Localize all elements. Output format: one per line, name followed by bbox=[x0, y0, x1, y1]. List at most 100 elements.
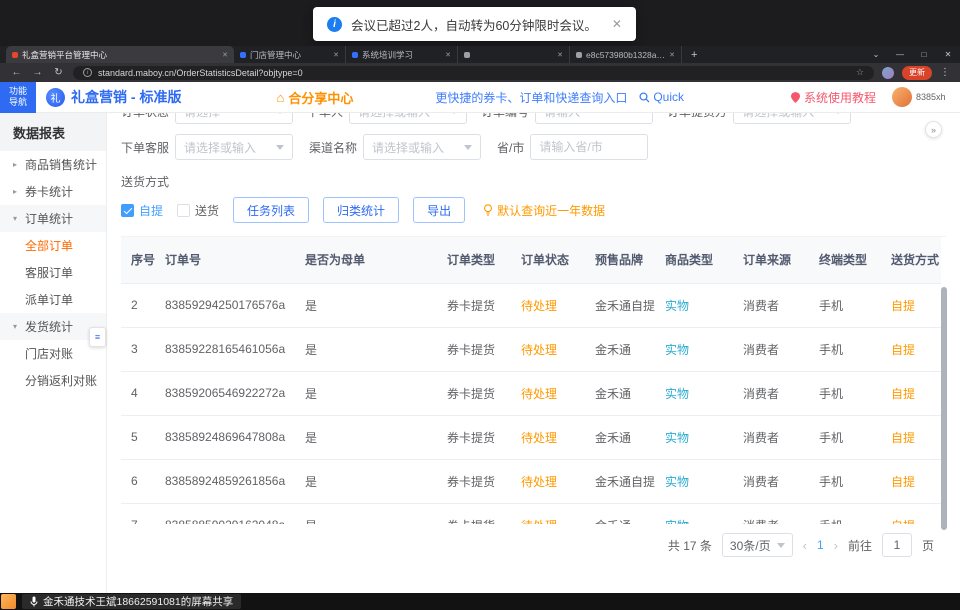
url-bar[interactable]: i standard.maboy.cn/OrderStatisticsDetai… bbox=[73, 66, 874, 80]
bookmark-star-icon[interactable]: ☆ bbox=[856, 67, 864, 78]
sidebar-item-order-stats[interactable]: ▾订单统计 bbox=[0, 205, 106, 232]
checkbox-self-pickup[interactable]: 自提 bbox=[121, 202, 163, 219]
sidebar-item-distribution-reconciliation[interactable]: 分销返利对账 bbox=[0, 367, 106, 394]
browser-tab[interactable]: 礼盒营销平台管理中心✕ bbox=[6, 46, 234, 63]
table-cell: 7 bbox=[121, 503, 155, 524]
close-window-button[interactable]: ✕ bbox=[936, 46, 960, 63]
sidebar-collapse-handle[interactable]: ≡ bbox=[89, 327, 106, 347]
site-info-icon[interactable]: i bbox=[83, 68, 92, 77]
tab-close-icon[interactable]: ✕ bbox=[557, 51, 563, 59]
prev-page-button[interactable]: ‹ bbox=[803, 538, 807, 553]
select-placeholder: 请选择 bbox=[184, 113, 220, 120]
select-placeholder: 请选择或输入 bbox=[184, 139, 256, 156]
table-cell[interactable]: 实物 bbox=[655, 503, 733, 524]
table-cell[interactable]: 实物 bbox=[655, 283, 733, 327]
url-text[interactable]: standard.maboy.cn/OrderStatisticsDetail?… bbox=[98, 68, 850, 78]
sidebar-item-product-sales[interactable]: ▸商品销售统计 bbox=[0, 151, 106, 178]
sidebar-item-coupon-stats[interactable]: ▸券卡统计 bbox=[0, 178, 106, 205]
tutorial-label: 系统使用教程 bbox=[804, 89, 876, 106]
sidebar-item-label: 分销返利对账 bbox=[25, 372, 97, 389]
browser-tab-list: 礼盒营销平台管理中心✕门店管理中心✕系统培训学习✕✕e8c573980b1328… bbox=[6, 46, 682, 63]
checkbox-delivery[interactable]: 送货 bbox=[177, 202, 219, 219]
table-cell: 待处理 bbox=[511, 503, 585, 524]
minimize-button[interactable]: — bbox=[888, 46, 912, 63]
sidebar-item-service-orders[interactable]: 客服订单 bbox=[0, 259, 106, 286]
close-icon[interactable]: ✕ bbox=[612, 17, 622, 31]
browser-tab[interactable]: 门店管理中心 ✕ bbox=[234, 46, 346, 63]
task-list-button[interactable]: 任务列表 bbox=[233, 197, 309, 223]
table-cell: 4 bbox=[121, 371, 155, 415]
tutorial-link[interactable]: 系统使用教程 bbox=[791, 89, 876, 106]
tab-label: 门店管理中心 bbox=[250, 49, 329, 61]
user-box[interactable]: 8385xh bbox=[892, 87, 948, 107]
table-cell: 是 bbox=[295, 459, 437, 503]
column-header: 送货方式 bbox=[881, 237, 941, 283]
order-number-input[interactable]: 请输入 bbox=[535, 113, 653, 124]
screen-share-text: 金禾通技术王斌18662591081的屏幕共享 bbox=[43, 594, 233, 609]
customer-service-select[interactable]: 请选择或输入 bbox=[175, 134, 293, 160]
filter-label: 订单提货方 bbox=[667, 113, 727, 120]
orders-table: 序号订单号是否为母单订单类型订单状态预售品牌商品类型订单来源终端类型送货方式 2… bbox=[121, 236, 946, 524]
tab-close-icon[interactable]: ✕ bbox=[669, 51, 675, 59]
vertical-scrollbar[interactable] bbox=[941, 287, 947, 530]
goto-page-input[interactable] bbox=[882, 533, 912, 557]
sidebar-item-dispatch-orders[interactable]: 派单订单 bbox=[0, 286, 106, 313]
table-cell[interactable]: 实物 bbox=[655, 459, 733, 503]
tab-close-icon[interactable]: ✕ bbox=[222, 51, 228, 59]
toast-message: 会议已超过2人，自动转为60分钟限时会议。 bbox=[351, 15, 597, 34]
filter-province-city: 省/市 bbox=[497, 134, 648, 160]
share-center-link[interactable]: ⌂ 合分享中心 bbox=[276, 88, 353, 107]
channel-name-select[interactable]: 请选择或输入 bbox=[363, 134, 481, 160]
quick-label: Quick bbox=[653, 90, 684, 104]
table-cell: 待处理 bbox=[511, 415, 585, 459]
taskbar-app-icon[interactable] bbox=[1, 594, 16, 609]
browser-tab[interactable]: e8c573980b1328a258fd2e6f✕ bbox=[570, 46, 682, 63]
table-cell: 83858859029162048a bbox=[155, 503, 295, 524]
home-icon: ⌂ bbox=[276, 90, 284, 105]
tab-favicon-icon bbox=[240, 52, 246, 58]
table-cell: 待处理 bbox=[511, 371, 585, 415]
page-size-select[interactable]: 30条/页 bbox=[722, 533, 793, 557]
table-cell: 消费者 bbox=[733, 415, 809, 459]
browser-profile-avatar[interactable] bbox=[882, 67, 894, 79]
order-receiver-select[interactable]: 请选择或输入 bbox=[733, 113, 851, 124]
browser-menu-icon[interactable]: ⋮ bbox=[940, 67, 950, 78]
chevron-down-icon bbox=[777, 543, 785, 548]
orderer-select[interactable]: 请选择或输入 bbox=[349, 113, 467, 124]
promo-text: 更快捷的券卡、订单和快递查询入口 bbox=[435, 89, 627, 106]
screen-share-indicator[interactable]: 金禾通技术王斌18662591081的屏幕共享 bbox=[22, 594, 241, 609]
function-nav-button[interactable]: 功能 导航 bbox=[0, 82, 36, 113]
order-status-select[interactable]: 请选择 bbox=[175, 113, 293, 124]
back-icon[interactable]: ← bbox=[10, 67, 23, 78]
tab-close-icon[interactable]: ✕ bbox=[333, 51, 339, 59]
category-stats-button[interactable]: 归类统计 bbox=[323, 197, 399, 223]
browser-tab[interactable]: ✕ bbox=[458, 46, 570, 63]
page-number-1[interactable]: 1 bbox=[817, 538, 824, 552]
table-cell[interactable]: 实物 bbox=[655, 371, 733, 415]
tab-close-icon[interactable]: ✕ bbox=[445, 51, 451, 59]
table-cell: 83858924859261856a bbox=[155, 459, 295, 503]
table-cell[interactable]: 实物 bbox=[655, 415, 733, 459]
checkbox-checked-icon bbox=[121, 204, 134, 217]
next-page-button[interactable]: › bbox=[834, 538, 838, 553]
export-button[interactable]: 导出 bbox=[413, 197, 465, 223]
tab-search-icon[interactable]: ⌄ bbox=[864, 46, 888, 63]
forward-icon[interactable]: → bbox=[31, 67, 44, 78]
table-cell: 83859228165461056a bbox=[155, 327, 295, 371]
maximize-button[interactable]: □ bbox=[912, 46, 936, 63]
tab-favicon-icon bbox=[464, 52, 470, 58]
sidebar-item-all-orders[interactable]: 全部订单 bbox=[0, 232, 106, 259]
microphone-icon bbox=[30, 596, 38, 607]
collapse-filters-button[interactable]: » bbox=[925, 121, 942, 138]
reload-icon[interactable]: ↻ bbox=[52, 67, 65, 78]
table-cell[interactable]: 实物 bbox=[655, 327, 733, 371]
table-cell: 消费者 bbox=[733, 503, 809, 524]
filter-order-number: 订单编号 请输入 bbox=[481, 113, 653, 124]
browser-address-bar: ← → ↻ i standard.maboy.cn/OrderStatistic… bbox=[0, 63, 960, 82]
new-tab-button[interactable]: + bbox=[682, 46, 706, 63]
quick-search-link[interactable]: Quick bbox=[639, 90, 684, 104]
browser-tab[interactable]: 系统培训学习✕ bbox=[346, 46, 458, 63]
browser-update-button[interactable]: 更新 bbox=[902, 66, 932, 80]
tab-favicon-icon bbox=[576, 52, 582, 58]
province-city-input[interactable] bbox=[530, 134, 648, 160]
